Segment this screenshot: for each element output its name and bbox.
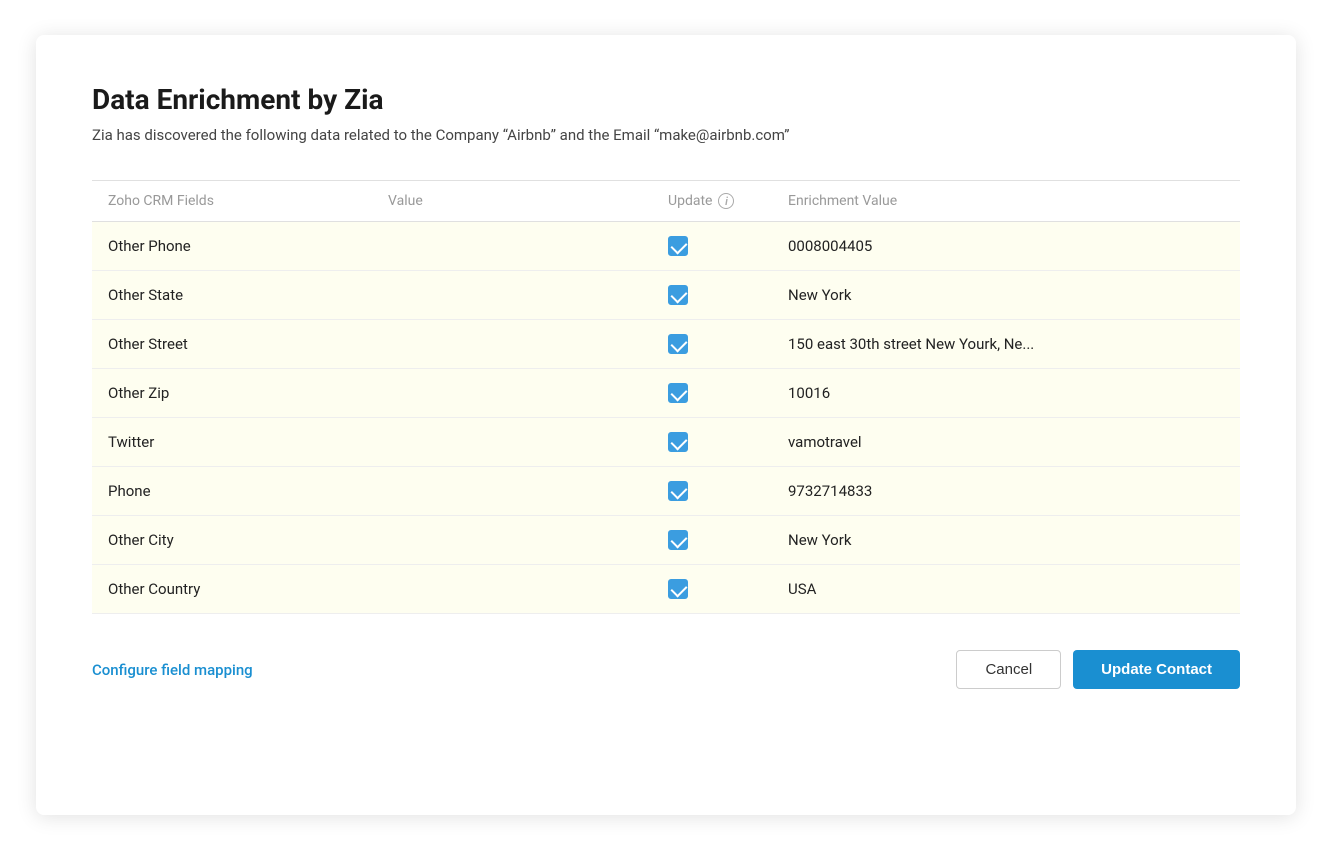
field-value xyxy=(372,516,652,565)
enrichment-value: 10016 xyxy=(772,369,1240,418)
update-cell xyxy=(652,222,772,271)
modal-subtitle: Zia has discovered the following data re… xyxy=(92,126,1240,144)
field-value xyxy=(372,320,652,369)
table-row: Other Phone 0008004405 xyxy=(92,222,1240,271)
field-name: Other Street xyxy=(92,320,372,369)
table-row: Other Country USA xyxy=(92,565,1240,614)
update-checkbox[interactable] xyxy=(668,481,688,501)
field-name: Other Phone xyxy=(92,222,372,271)
enrichment-value: 9732714833 xyxy=(772,467,1240,516)
field-value xyxy=(372,467,652,516)
table-row: Other City New York xyxy=(92,516,1240,565)
enrichment-value: USA xyxy=(772,565,1240,614)
field-value xyxy=(372,271,652,320)
cancel-button[interactable]: Cancel xyxy=(956,650,1061,689)
update-checkbox[interactable] xyxy=(668,432,688,452)
field-name: Twitter xyxy=(92,418,372,467)
enrichment-value: 150 east 30th street New Yourk, Ne... xyxy=(772,320,1240,369)
field-name: Other City xyxy=(92,516,372,565)
modal-container: Data Enrichment by Zia Zia has discovere… xyxy=(36,35,1296,815)
modal-footer: Configure field mapping Cancel Update Co… xyxy=(92,650,1240,689)
update-label: Update xyxy=(668,193,712,209)
update-checkbox[interactable] xyxy=(668,285,688,305)
col-header-fields: Zoho CRM Fields xyxy=(92,181,372,222)
enrichment-value: New York xyxy=(772,516,1240,565)
enrichment-table: Zoho CRM Fields Value Update i Enrichmen… xyxy=(92,180,1240,614)
table-row: Other State New York xyxy=(92,271,1240,320)
col-header-update: Update i xyxy=(652,181,772,222)
table-row: Phone 9732714833 xyxy=(92,467,1240,516)
field-name: Other Country xyxy=(92,565,372,614)
field-name: Phone xyxy=(92,467,372,516)
enrichment-value: 0008004405 xyxy=(772,222,1240,271)
update-cell xyxy=(652,271,772,320)
field-name: Other State xyxy=(92,271,372,320)
enrichment-value: vamotravel xyxy=(772,418,1240,467)
enrichment-value: New York xyxy=(772,271,1240,320)
update-contact-button[interactable]: Update Contact xyxy=(1073,650,1240,689)
field-value xyxy=(372,565,652,614)
update-checkbox[interactable] xyxy=(668,530,688,550)
update-checkbox[interactable] xyxy=(668,334,688,354)
table-row: Other Zip 10016 xyxy=(92,369,1240,418)
field-name: Other Zip xyxy=(92,369,372,418)
table-row: Other Street 150 east 30th street New You… xyxy=(92,320,1240,369)
update-cell xyxy=(652,565,772,614)
col-header-enrichment: Enrichment Value xyxy=(772,181,1240,222)
update-cell xyxy=(652,418,772,467)
update-cell xyxy=(652,467,772,516)
update-cell xyxy=(652,516,772,565)
modal-title: Data Enrichment by Zia xyxy=(92,83,1240,116)
table-row: Twitter vamotravel xyxy=(92,418,1240,467)
field-value xyxy=(372,222,652,271)
info-icon[interactable]: i xyxy=(718,193,734,209)
col-header-value: Value xyxy=(372,181,652,222)
update-checkbox[interactable] xyxy=(668,236,688,256)
update-cell xyxy=(652,369,772,418)
footer-buttons: Cancel Update Contact xyxy=(956,650,1240,689)
update-checkbox[interactable] xyxy=(668,383,688,403)
configure-field-mapping-link[interactable]: Configure field mapping xyxy=(92,661,253,679)
update-checkbox[interactable] xyxy=(668,579,688,599)
field-value xyxy=(372,369,652,418)
field-value xyxy=(372,418,652,467)
update-cell xyxy=(652,320,772,369)
